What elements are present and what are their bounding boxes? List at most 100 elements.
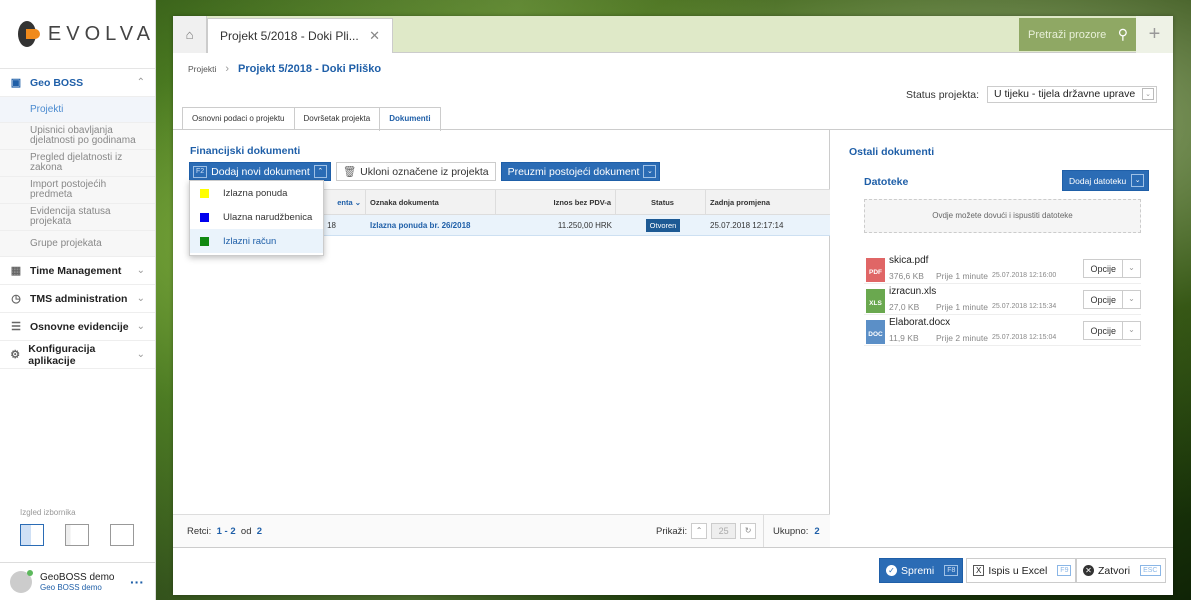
other-documents-pane: Ostali dokumenti Datoteke Dodaj datoteku… [831,130,1173,547]
dropdown-item-ulazna-narudzbenica[interactable]: Ulazna narudžbenica [190,205,323,229]
new-tab-button[interactable]: + [1136,16,1173,53]
sidebar-item-projekti[interactable]: Projekti [0,97,155,123]
logo-mark [18,21,40,47]
tab-osnovni-podaci[interactable]: Osnovni podaci o projektu [182,107,295,130]
column-oznaka[interactable]: Oznaka dokumenta [366,190,496,214]
doc-file-icon: DOC [866,320,885,344]
page-size-control: Prikaži: ⌃ 25 ↻ [656,523,757,539]
clock-icon: ◷ [11,292,21,305]
files-title: Datoteke [864,176,909,188]
chevron-up-icon[interactable]: ⌃ [691,523,708,539]
layout-full-button[interactable] [20,524,44,546]
chevron-down-icon: ⌄ [136,293,145,304]
chevron-up-icon[interactable]: ⌃ [313,165,327,178]
dropdown-item-izlazna-ponuda[interactable]: Izlazna ponuda [190,181,323,205]
tab-dokumenti[interactable]: Dokumenti [379,107,441,131]
layout-hidden-button[interactable] [110,524,134,546]
column-vrsta[interactable]: enta ⌄ [323,190,366,214]
more-icon[interactable]: ··· [130,574,144,590]
file-dropzone[interactable]: Ovdje možete dovući i ispustiti datoteke [864,199,1141,233]
chevron-down-icon[interactable]: ⌄ [643,165,657,178]
chevron-down-icon[interactable]: ⌄ [1131,174,1145,187]
tab-dovrsetak[interactable]: Dovršetak projekta [293,107,381,130]
sidebar-item-evidencija[interactable]: Evidencija statusa projekata [0,204,155,231]
avatar [10,569,33,593]
chevron-down-icon: ⌄ [136,321,145,332]
sidebar-item-pregled[interactable]: Pregled djelatnosti iz zakona [0,150,155,177]
nav-tms-admin[interactable]: ◷ TMS administration ⌄ [0,285,155,313]
page-size-input[interactable]: 25 [711,523,737,539]
user-bar[interactable]: GeoBOSS demo Geo BOSS demo ··· [0,562,156,600]
window-footer: ✓ Spremi F8 X Ispis u Excel F9 ✕ Zatvori… [173,547,1173,595]
column-status[interactable]: Status [616,190,706,214]
chevron-up-icon: ⌃ [136,77,145,88]
remove-selected-button[interactable]: 🗑 Ukloni označene iz projekta [335,162,496,181]
dropdown-item-izlazni-racun[interactable]: Izlazni račun [190,229,323,253]
list-item[interactable]: PDF skica.pdf 376,6 KB Prije 1 minute 25… [864,254,1141,284]
gear-icon: ⚙ [10,348,21,361]
project-window: ⌂ Projekt 5/2018 - Doki Pli... ✕ Pretraž… [173,16,1173,595]
section-title: Ostali dokumenti [849,146,935,158]
fetch-document-button[interactable]: Preuzmi postojeći dokument ⌄ [500,162,661,181]
trash-icon: 🗑 [342,166,357,178]
calendar-icon: ▦ [10,264,22,277]
status-select[interactable]: U tijeku - tijela državne uprave ⌄ [987,86,1157,103]
menu-layout-label: Izgled izbornika [20,508,76,517]
options-button[interactable]: Opcije ⌄ [1083,259,1141,278]
close-icon: ✕ [1083,565,1094,576]
chevron-down-icon: ⌄ [1122,322,1140,339]
total-count: Ukupno: 2 [763,515,820,548]
close-button[interactable]: ✕ Zatvori ESC [1076,558,1166,583]
add-document-button[interactable]: F2 Dodaj novi dokument ⌃ [189,162,331,181]
list-item[interactable]: XLS izracun.xls 27,0 KB Prije 1 minute 2… [864,285,1141,315]
search-icon[interactable]: ⚲ [1118,26,1128,43]
breadcrumb-current: Projekt 5/2018 - Doki Pliško [238,63,382,75]
chevron-down-icon: ⌄ [136,265,145,276]
document-tabs: Osnovni podaci o projektu Dovršetak proj… [182,107,441,131]
sidebar-item-upisnici[interactable]: Upisnici obavljanja djelatnosti po godin… [0,123,155,150]
add-file-button[interactable]: Dodaj datoteku ⌄ [1062,170,1150,191]
chevron-down-icon: ⌄ [136,349,145,360]
document-link[interactable]: Izlazna ponuda br. 26/2018 [366,221,496,230]
column-iznos[interactable]: Iznos bez PDV-a [496,190,616,214]
menu-layout-options [20,524,134,546]
nav-time-management[interactable]: ▦ Time Management ⌄ [0,257,155,285]
chevron-down-icon: ⌄ [1122,291,1140,308]
save-button[interactable]: ✓ Spremi F8 [879,558,964,583]
nav-osnovne-evidencije[interactable]: ☰ Osnovne evidencije ⌄ [0,313,155,341]
list-item[interactable]: DOC Elaborat.docx 11,9 KB Prije 2 minute… [864,316,1141,346]
excel-icon: X [973,565,985,576]
section-title: Financijski dokumenti [190,145,301,157]
export-excel-button[interactable]: X Ispis u Excel F9 [966,558,1077,583]
refresh-icon[interactable]: ↻ [740,523,757,539]
tab-project[interactable]: Projekt 5/2018 - Doki Pli... ✕ [207,18,393,53]
window-tabbar: ⌂ Projekt 5/2018 - Doki Pli... ✕ Pretraž… [173,16,1173,53]
breadcrumb: Projekti › Projekt 5/2018 - Doki Pliško [188,63,381,75]
options-button[interactable]: Opcije ⌄ [1083,321,1141,340]
grid-footer: Retci: 1 - 2 od 2 Prikaži: ⌃ 25 ↻ Ukupno… [173,514,830,548]
status-label: Status projekta: [906,89,979,101]
user-name: GeoBOSS demo [40,571,115,583]
green-swatch-icon [200,236,209,246]
status-badge: Otvoren [645,218,681,232]
layout-compact-button[interactable] [65,524,89,546]
breadcrumb-root[interactable]: Projekti [188,64,216,74]
rows-count: Retci: 1 - 2 od 2 [187,525,263,537]
check-icon: ✓ [886,565,897,576]
sidebar-item-grupe[interactable]: Grupe projekata [0,231,155,257]
nav-geoboss[interactable]: ▣ Geo BOSS ⌃ [0,69,155,97]
sidebar: EVOLVA ▣ Geo BOSS ⌃ Projekti Upisnici ob… [0,0,156,600]
user-org: Geo BOSS demo [40,582,102,592]
chevron-right-icon: › [225,63,230,75]
column-zadnja-promjena[interactable]: Zadnja promjena [706,190,830,214]
sidebar-item-import[interactable]: Import postojećih predmeta [0,177,155,204]
financial-toolbar: F2 Dodaj novi dokument ⌃ 🗑 Ukloni označe… [189,162,661,181]
options-button[interactable]: Opcije ⌄ [1083,290,1141,309]
close-icon[interactable]: ✕ [369,28,380,44]
logo-text: EVOLVA [47,22,155,45]
home-icon[interactable]: ⌂ [173,16,207,53]
nav-konfiguracija[interactable]: ⚙ Konfiguracija aplikacije ⌄ [0,341,155,369]
pdf-file-icon: PDF [866,258,885,282]
window-search-input[interactable]: Pretraži prozore ⚲ [1019,18,1136,51]
yellow-swatch-icon [200,188,209,198]
